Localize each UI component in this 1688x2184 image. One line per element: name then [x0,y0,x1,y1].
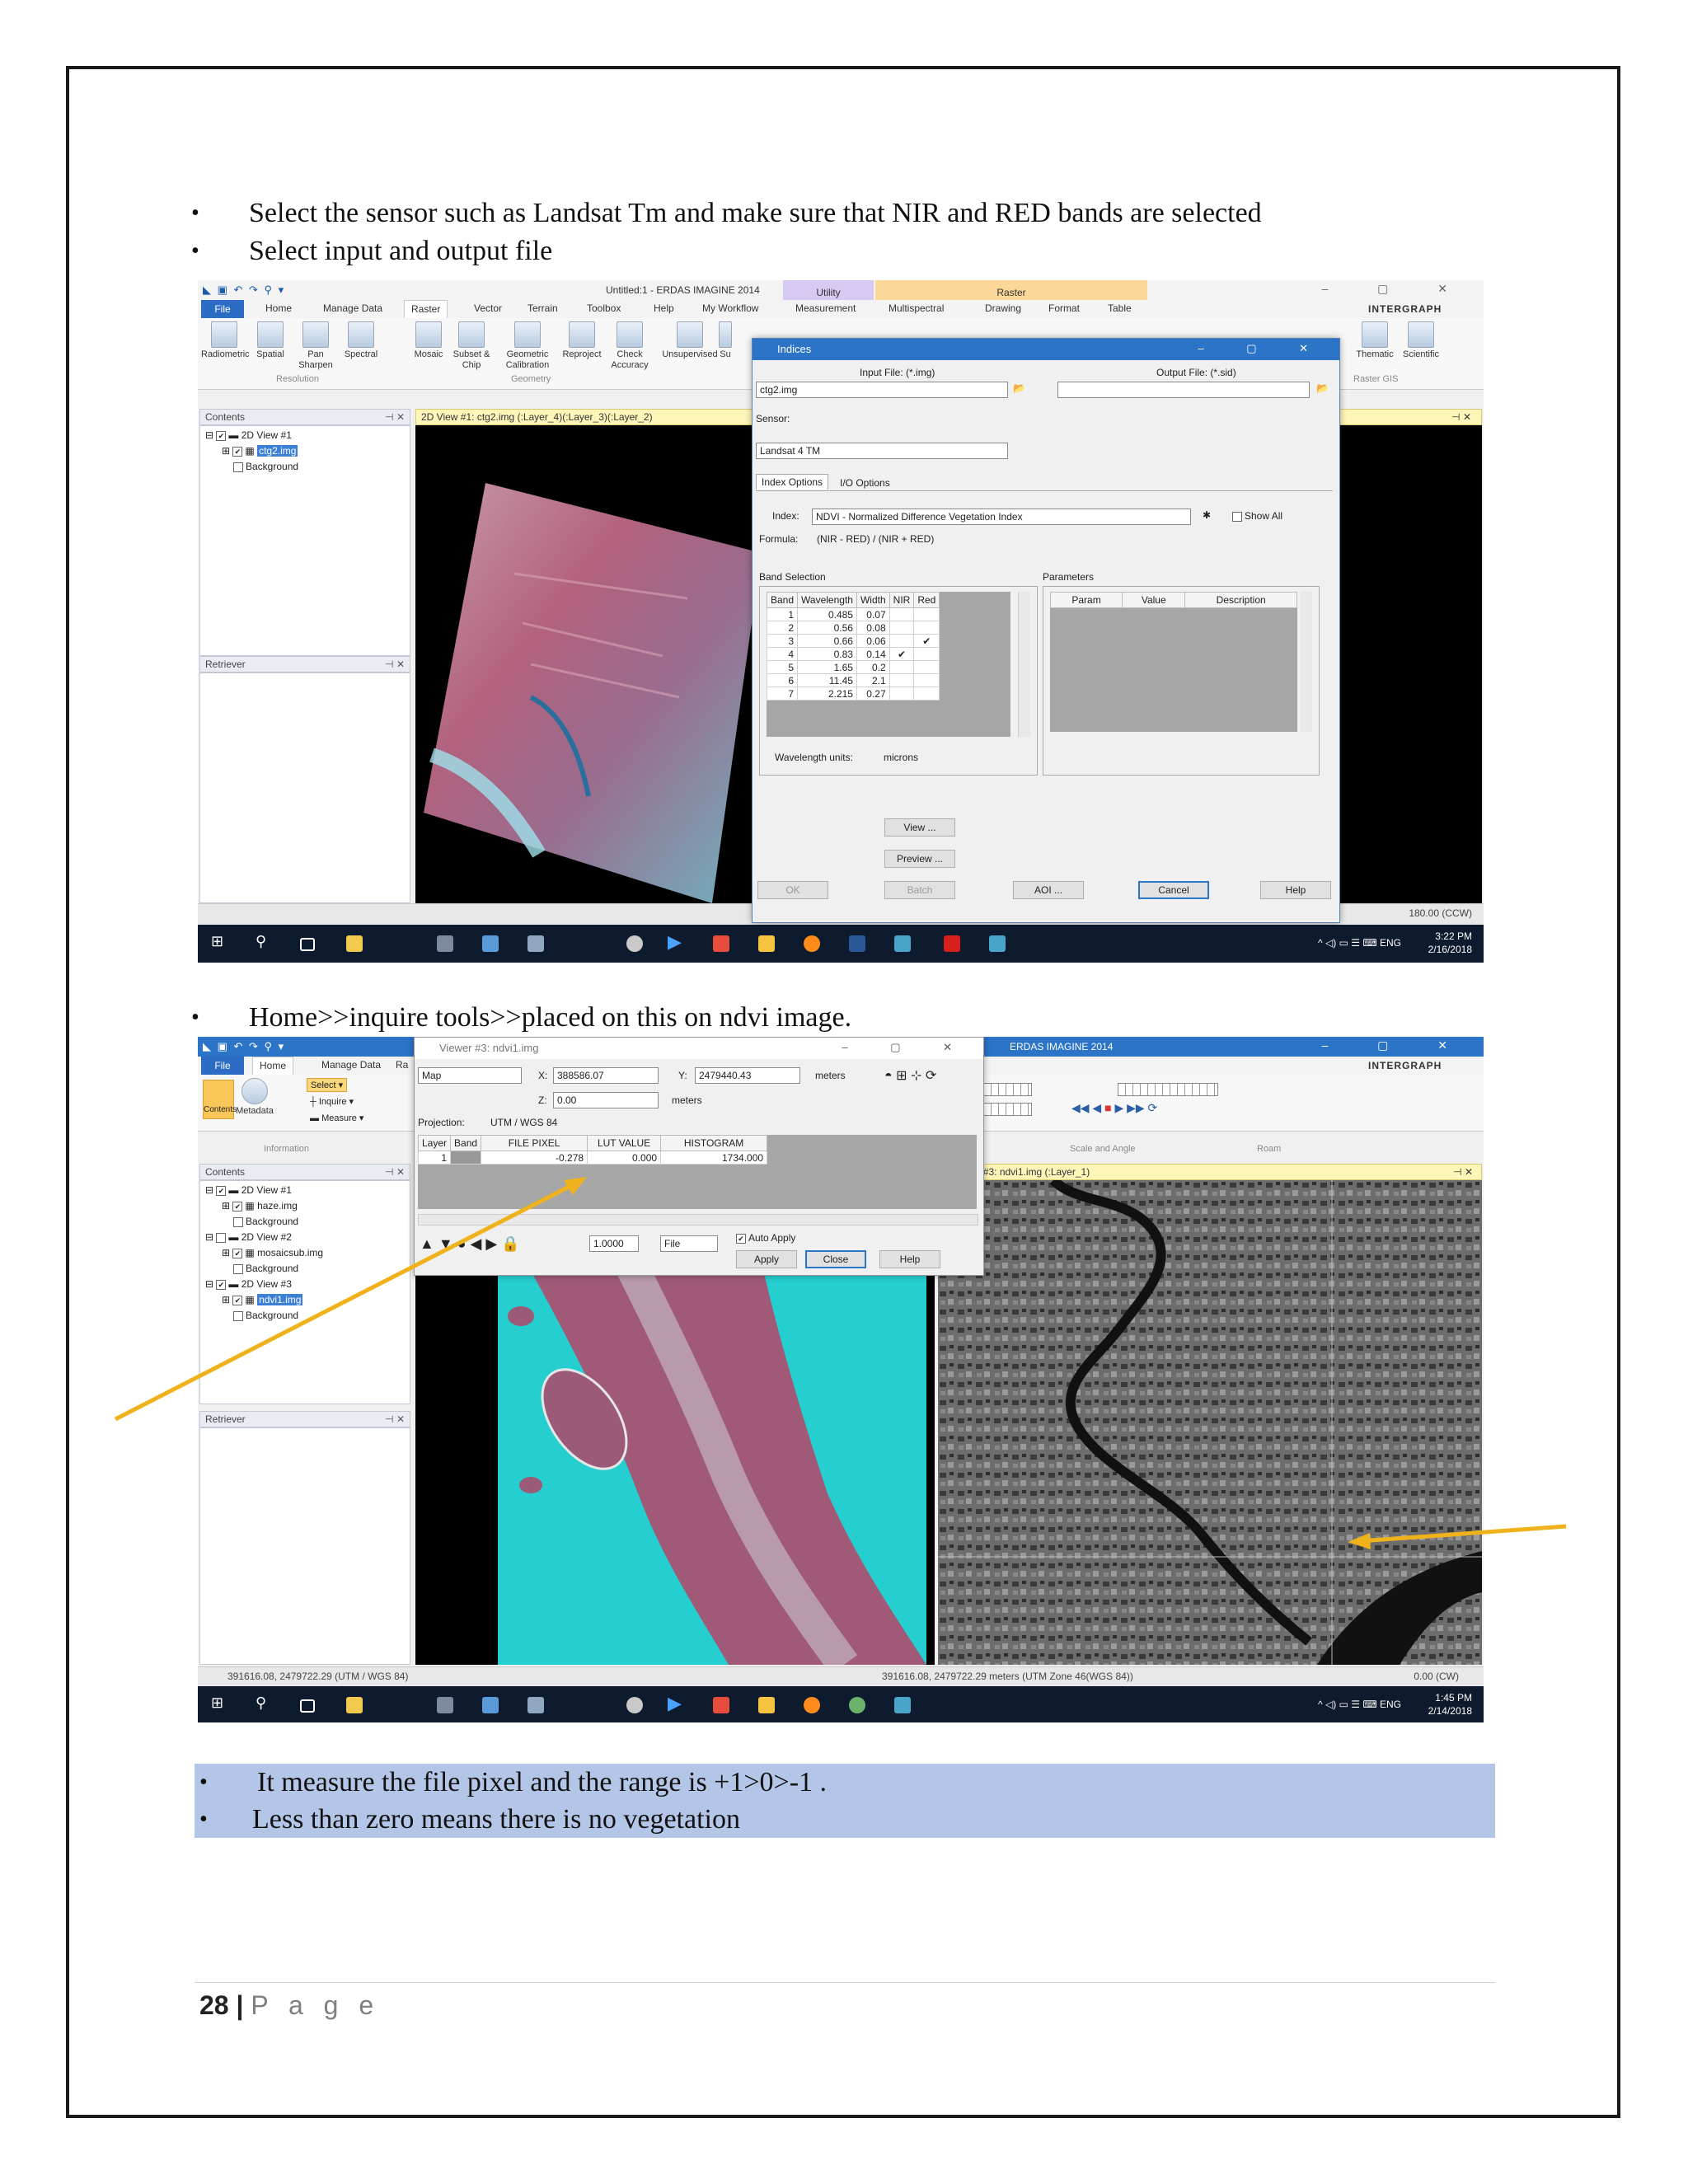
footer-rule [195,1982,1495,1983]
page-footer: 28 | P a g e [199,1990,381,2020]
annotation-arrows [114,1177,1567,1549]
arrow-line-right [1359,1524,1567,1544]
bullet-item: • It measure the file pixel and the range… [199,1766,828,1797]
arrow-line-left [114,1180,579,1422]
arrow-head-right [1348,1533,1371,1549]
bullet-item: • Less than zero means there is no vegeta… [199,1803,740,1835]
